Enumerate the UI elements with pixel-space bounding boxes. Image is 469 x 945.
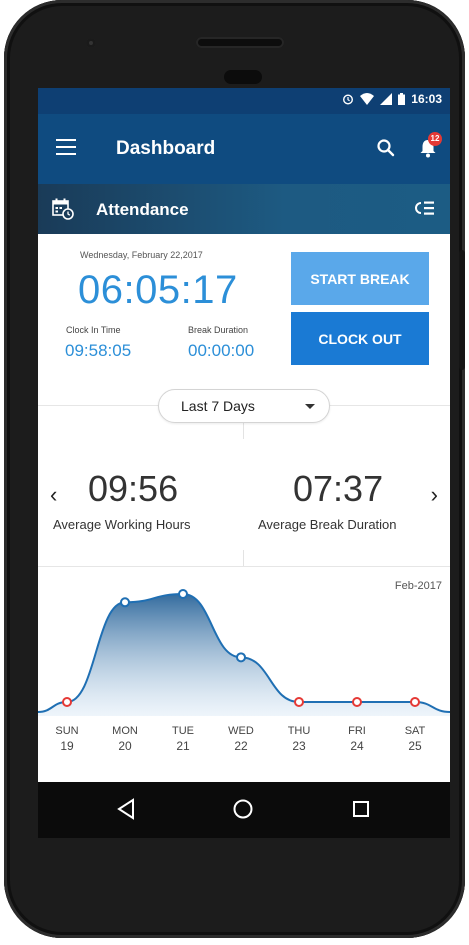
current-time-display: 06:05:17: [78, 268, 238, 312]
section-title: Attendance: [96, 200, 189, 219]
date-range-value: Last 7 Days: [181, 398, 255, 414]
divider: [243, 421, 244, 439]
attendance-card: Wednesday, February 22,2017 06:05:17 Clo…: [38, 234, 450, 838]
earpiece-speaker: [196, 37, 284, 48]
x-tick-date: 23: [292, 739, 306, 753]
app-title: Dashboard: [116, 138, 216, 159]
checklist-icon[interactable]: [414, 200, 436, 221]
wifi-icon: [360, 93, 375, 105]
clock-in-label: Clock In Time: [66, 325, 121, 335]
break-duration-label: Break Duration: [188, 325, 249, 335]
data-point[interactable]: [352, 697, 362, 707]
data-point[interactable]: [294, 697, 304, 707]
x-tick-date: 19: [60, 739, 74, 753]
screen: 16:03 Dashboard 12 Attendance Wednesday,…: [38, 88, 450, 838]
x-tick-day: MON: [112, 725, 138, 737]
chevron-left-icon[interactable]: ‹: [50, 482, 57, 508]
front-camera: [86, 38, 96, 48]
notification-bell-icon[interactable]: 12: [419, 132, 442, 163]
android-nav-bar: [38, 782, 450, 838]
x-tick-date: 21: [176, 739, 190, 753]
app-bar: Dashboard 12: [38, 114, 450, 184]
search-icon[interactable]: [376, 138, 396, 163]
data-point[interactable]: [120, 597, 130, 608]
x-tick-day: WED: [228, 725, 254, 737]
x-tick-day: TUE: [172, 725, 194, 737]
x-tick-day: SAT: [405, 725, 426, 737]
data-point[interactable]: [410, 697, 420, 707]
current-date: Wednesday, February 22,2017: [80, 250, 203, 260]
side-button: [459, 250, 465, 370]
data-point[interactable]: [62, 697, 72, 707]
x-tick-day: THU: [288, 725, 311, 737]
chevron-right-icon[interactable]: ›: [431, 482, 438, 508]
clock-out-button[interactable]: CLOCK OUT: [291, 312, 429, 365]
break-duration-value: 00:00:00: [188, 341, 255, 360]
proximity-sensor: [224, 70, 262, 84]
notification-badge: 12: [428, 132, 442, 146]
divider: [243, 550, 244, 566]
avg-working-hours-label: Average Working Hours: [53, 517, 191, 532]
x-tick-date: 20: [118, 739, 132, 753]
back-icon[interactable]: [116, 798, 136, 820]
avg-break-duration-value: 07:37: [293, 468, 384, 509]
clock-in-value: 09:58:05: [65, 341, 132, 360]
x-tick-day: FRI: [348, 725, 366, 737]
phone-frame: 16:03 Dashboard 12 Attendance Wednesday,…: [4, 0, 465, 938]
battery-icon: [398, 93, 406, 105]
data-point[interactable]: [236, 652, 246, 663]
data-point[interactable]: [178, 589, 188, 599]
home-icon[interactable]: [232, 798, 254, 820]
signal-icon: [380, 93, 393, 105]
x-tick-date: 25: [408, 739, 422, 753]
x-tick-date: 24: [350, 739, 364, 753]
status-bar: 16:03: [38, 88, 450, 114]
date-range-dropdown[interactable]: Last 7 Days: [158, 389, 330, 423]
status-time: 16:03: [411, 92, 442, 106]
menu-icon[interactable]: [56, 139, 76, 157]
start-break-button[interactable]: START BREAK: [291, 252, 429, 305]
alarm-icon: [343, 94, 354, 105]
caret-down-icon: [305, 404, 315, 409]
calendar-clock-icon: [52, 198, 74, 225]
x-tick-date: 22: [234, 739, 248, 753]
section-header: Attendance: [38, 184, 450, 234]
avg-break-duration-label: Average Break Duration: [258, 517, 397, 532]
x-tick-day: SUN: [55, 725, 78, 737]
recents-icon[interactable]: [352, 800, 370, 818]
avg-working-hours-value: 09:56: [88, 468, 179, 509]
